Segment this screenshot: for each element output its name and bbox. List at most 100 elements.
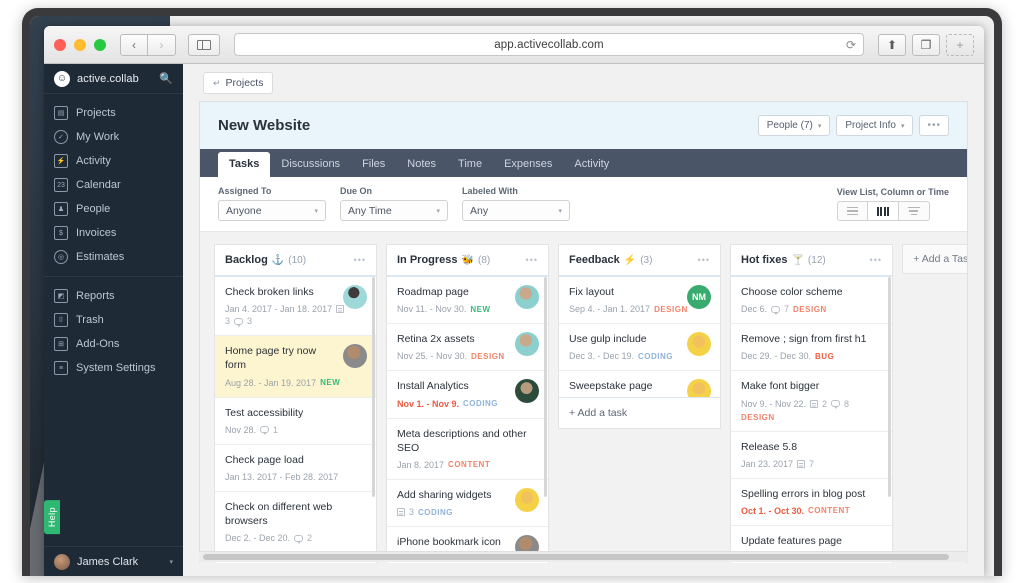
user-menu[interactable]: James Clark ▾ (44, 546, 183, 576)
sidebar-item-estimates[interactable]: ◎ Estimates (44, 245, 183, 269)
sidebar-item-calendar[interactable]: 23 Calendar (44, 173, 183, 197)
tab-expenses[interactable]: Expenses (493, 152, 563, 177)
breadcrumb[interactable]: ↵ Projects (203, 72, 274, 94)
list-view-button[interactable] (836, 201, 868, 221)
avatar (687, 332, 711, 357)
sidebar-item-label: Calendar (76, 179, 121, 191)
time-view-button[interactable] (898, 201, 930, 221)
tab-tasks[interactable]: Tasks (218, 152, 271, 177)
task-card[interactable]: Install Analytics Nov 1. - Nov 9. CODING (387, 371, 548, 419)
task-list-menu-button[interactable]: ••• (526, 255, 538, 265)
close-window-icon[interactable] (54, 38, 66, 51)
more-options-button[interactable]: ••• (919, 115, 949, 136)
task-card[interactable]: Use gulp include Dec 3. - Dec 19. CODING (559, 324, 720, 372)
task-label: DESIGN (471, 351, 505, 361)
share-icon[interactable]: ⬆ (878, 33, 906, 56)
task-card[interactable]: Check page load Jan 13. 2017 - Feb 28. 2… (215, 445, 376, 492)
add-task-button[interactable]: + Add a task (559, 397, 720, 428)
tab-files[interactable]: Files (351, 152, 396, 177)
board-horizontal-scroll-track[interactable] (199, 551, 968, 562)
task-card[interactable]: Roadmap page Nov 11. - Nov 30. NEW (387, 277, 548, 325)
sidebar-item-invoices[interactable]: $ Invoices (44, 221, 183, 245)
task-label: DESIGN (654, 304, 688, 314)
task-dates: Sep 4. - Jan 1. 2017 (569, 304, 651, 315)
filter-assigned-to: Assigned To Anyone ▾ (218, 186, 326, 221)
task-card[interactable]: Fix layout Sep 4. - Jan 1. 2017 DESIGN N… (559, 277, 720, 325)
sidebar-toggle-icon[interactable] (188, 33, 220, 56)
address-bar[interactable]: app.activecollab.com ⟳ (234, 33, 864, 56)
chevron-down-icon: ▾ (436, 207, 440, 215)
task-card[interactable]: Choose color scheme Dec 6. 7 DESIGN (731, 277, 892, 325)
task-card[interactable]: Release 5.8 Jan 23. 2017 7 (731, 432, 892, 479)
task-card[interactable]: Check on different web browsers Dec 2. -… (215, 492, 376, 554)
task-card[interactable]: Retina 2x assets Nov 25. - Nov 30. DESIG… (387, 324, 548, 372)
task-list-in-progress: In Progress 🐝 (8) ••• Roadmap page Nov 1… (386, 244, 549, 563)
task-list-menu-button[interactable]: ••• (870, 255, 882, 265)
minimize-window-icon[interactable] (74, 38, 86, 51)
page-title: New Website (218, 117, 311, 134)
due-on-select[interactable]: Any Time ▾ (340, 200, 448, 221)
app-body: ☺ active.collab 🔍 ▤ Projects ✓ My Work ⚡… (44, 64, 984, 576)
sidebar-item-label: Trash (76, 314, 104, 326)
task-list-menu-button[interactable]: ••• (698, 255, 710, 265)
task-label: BUG (815, 351, 835, 361)
task-title: Choose color scheme (741, 286, 843, 298)
sidebar-item-reports[interactable]: ◩ Reports (44, 284, 183, 308)
sidebar-item-people[interactable]: ♟ People (44, 197, 183, 221)
view-toggle-group (836, 201, 949, 221)
tab-discussions[interactable]: Discussions (270, 152, 351, 177)
project-panel: New Website People (7) ▾ Project Info ▾ (199, 101, 968, 563)
task-label: CODING (463, 399, 499, 409)
task-card[interactable]: Remove ; sign from first h1 Dec 29. - De… (731, 324, 892, 372)
new-tab-icon[interactable]: + (946, 33, 974, 56)
sidebar-item-activity[interactable]: ⚡ Activity (44, 149, 183, 173)
chevron-down-icon: ▾ (314, 207, 318, 215)
task-list-scrollbar[interactable] (544, 277, 547, 497)
reload-icon[interactable]: ⟳ (846, 38, 856, 52)
settings-icon: ≡ (54, 361, 68, 375)
task-dates: Nov 11. - Nov 30. (397, 304, 467, 315)
sidebar-item-addons[interactable]: ⊞ Add-Ons (44, 332, 183, 356)
maximize-window-icon[interactable] (94, 38, 106, 51)
column-view-button[interactable] (867, 201, 899, 221)
brand-logo-icon: ☺ (54, 70, 70, 87)
task-card[interactable]: Sweepstake page 2 NEW (559, 371, 720, 397)
task-card[interactable]: Meta descriptions and other SEO Jan 8. 2… (387, 419, 548, 480)
task-dates: Nov 1. - Nov 9. (397, 398, 460, 409)
task-card[interactable]: Add sharing widgets 3 CODING (387, 480, 548, 528)
tab-time[interactable]: Time (447, 152, 493, 177)
sidebar-item-projects[interactable]: ▤ Projects (44, 101, 183, 125)
tab-notes[interactable]: Notes (396, 152, 447, 177)
search-icon[interactable]: 🔍 (159, 72, 173, 85)
add-task-list-button[interactable]: + Add a Task List (902, 244, 967, 274)
assigned-to-select[interactable]: Anyone ▾ (218, 200, 326, 221)
task-card[interactable]: Test accessibility Nov 28. 1 (215, 398, 376, 445)
board-horizontal-scroll-thumb[interactable] (203, 554, 949, 560)
sidebar-item-my-work[interactable]: ✓ My Work (44, 125, 183, 149)
tabs-icon[interactable]: ❐ (912, 33, 940, 56)
sidebar-item-trash[interactable]: ⌷ Trash (44, 308, 183, 332)
back-arrow-icon: ↵ (213, 77, 221, 88)
task-list-scrollbar[interactable] (372, 277, 375, 497)
sidebar-item-label: Invoices (76, 227, 117, 239)
people-button[interactable]: People (7) ▾ (757, 115, 831, 136)
sidebar-item-system-settings[interactable]: ≡ System Settings (44, 356, 183, 380)
help-tab[interactable]: Help (44, 499, 60, 534)
back-icon[interactable]: ‹ (120, 33, 148, 56)
task-card[interactable]: Make font bigger Nov 9. - Nov 22. 2 8 DE… (731, 371, 892, 432)
task-card[interactable]: Spelling errors in blog post Oct 1. - Oc… (731, 479, 892, 526)
task-list-scrollbar[interactable] (888, 277, 891, 497)
project-header: New Website People (7) ▾ Project Info ▾ (200, 102, 967, 149)
task-title: Make font bigger (741, 380, 820, 393)
chevron-down-icon: ▾ (817, 122, 822, 130)
window-controls[interactable] (54, 38, 106, 51)
tab-activity[interactable]: Activity (563, 152, 620, 177)
avatar (54, 553, 70, 570)
task-card[interactable]: Home page try now form Aug 28. - Jan 19.… (215, 336, 376, 398)
invoice-icon: $ (54, 226, 68, 240)
task-list-menu-button[interactable]: ••• (354, 255, 366, 265)
forward-icon[interactable]: › (148, 33, 176, 56)
project-info-button[interactable]: Project Info ▾ (836, 115, 914, 136)
task-card[interactable]: Check broken links Jan 4. 2017 - Jan 18.… (215, 277, 376, 337)
labeled-with-select[interactable]: Any ▾ (462, 200, 570, 221)
